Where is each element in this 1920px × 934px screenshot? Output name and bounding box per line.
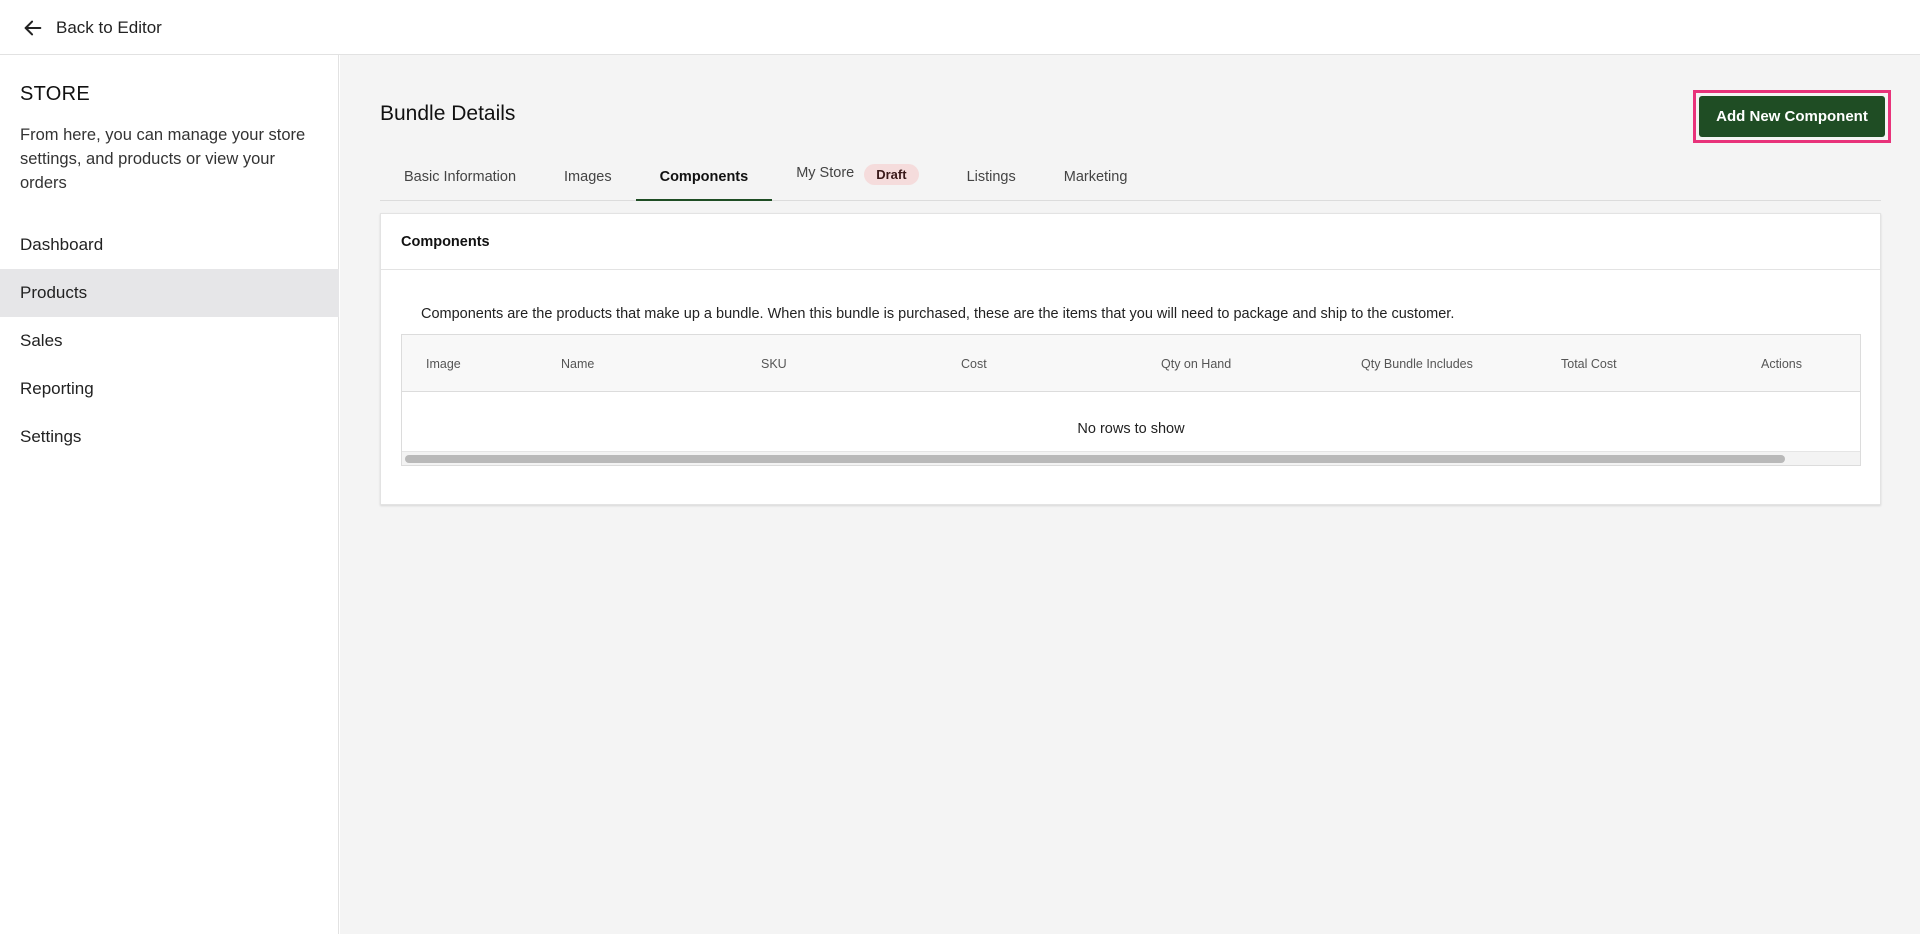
components-grid: Image Name SKU Cost Qty on Hand Qty Bund… xyxy=(401,334,1861,466)
sidebar-item-settings[interactable]: Settings xyxy=(0,413,339,461)
back-to-editor-link[interactable]: Back to Editor xyxy=(22,12,162,44)
sidebar: STORE From here, you can manage your sto… xyxy=(0,55,339,934)
add-component-button-highlight: Add New Component xyxy=(1693,90,1891,143)
main-content: Bundle Details Add New Component Basic I… xyxy=(340,55,1920,934)
sidebar-nav: Dashboard Products Sales Reporting Setti… xyxy=(0,221,339,461)
tab-basic-information[interactable]: Basic Information xyxy=(380,153,540,200)
grid-header-row: Image Name SKU Cost Qty on Hand Qty Bund… xyxy=(402,335,1860,392)
sidebar-title: STORE xyxy=(20,83,91,105)
column-header-name[interactable]: Name xyxy=(561,335,594,392)
tab-components[interactable]: Components xyxy=(635,153,773,201)
page-title: Bundle Details xyxy=(380,102,516,125)
back-to-editor-label: Back to Editor xyxy=(56,18,162,37)
bundle-tabs: Basic Information Images Components My S… xyxy=(380,153,1881,201)
components-description: Components are the products that make up… xyxy=(421,306,1455,322)
components-card: Components Components are the products t… xyxy=(380,213,1881,505)
column-header-image[interactable]: Image xyxy=(426,335,461,392)
tab-listings[interactable]: Listings xyxy=(943,153,1040,200)
column-header-qty-on-hand[interactable]: Qty on Hand xyxy=(1161,335,1231,392)
top-bar: Back to Editor xyxy=(0,0,1920,55)
components-card-title: Components xyxy=(381,214,1880,270)
sidebar-description: From here, you can manage your store set… xyxy=(20,126,306,192)
column-header-qty-bundle-includes[interactable]: Qty Bundle Includes xyxy=(1361,335,1473,392)
sidebar-item-sales[interactable]: Sales xyxy=(0,317,339,365)
tab-marketing[interactable]: Marketing xyxy=(1040,153,1152,200)
tab-my-store[interactable]: My Store Draft xyxy=(772,153,942,200)
sidebar-item-products[interactable]: Products xyxy=(0,269,339,317)
add-new-component-button[interactable]: Add New Component xyxy=(1699,96,1885,137)
tab-my-store-label: My Store xyxy=(796,165,855,181)
draft-status-badge: Draft xyxy=(864,164,919,185)
column-header-cost[interactable]: Cost xyxy=(961,335,987,392)
column-header-total-cost[interactable]: Total Cost xyxy=(1561,335,1617,392)
column-header-actions[interactable]: Actions xyxy=(1761,335,1802,392)
column-header-sku[interactable]: SKU xyxy=(761,335,787,392)
grid-empty-message: No rows to show xyxy=(1077,421,1185,437)
grid-scrollbar-thumb[interactable] xyxy=(405,455,1785,463)
tab-images[interactable]: Images xyxy=(540,153,636,200)
grid-horizontal-scrollbar[interactable] xyxy=(402,451,1860,465)
arrow-left-icon xyxy=(24,20,42,36)
sidebar-item-reporting[interactable]: Reporting xyxy=(0,365,339,413)
sidebar-item-dashboard[interactable]: Dashboard xyxy=(0,221,339,269)
